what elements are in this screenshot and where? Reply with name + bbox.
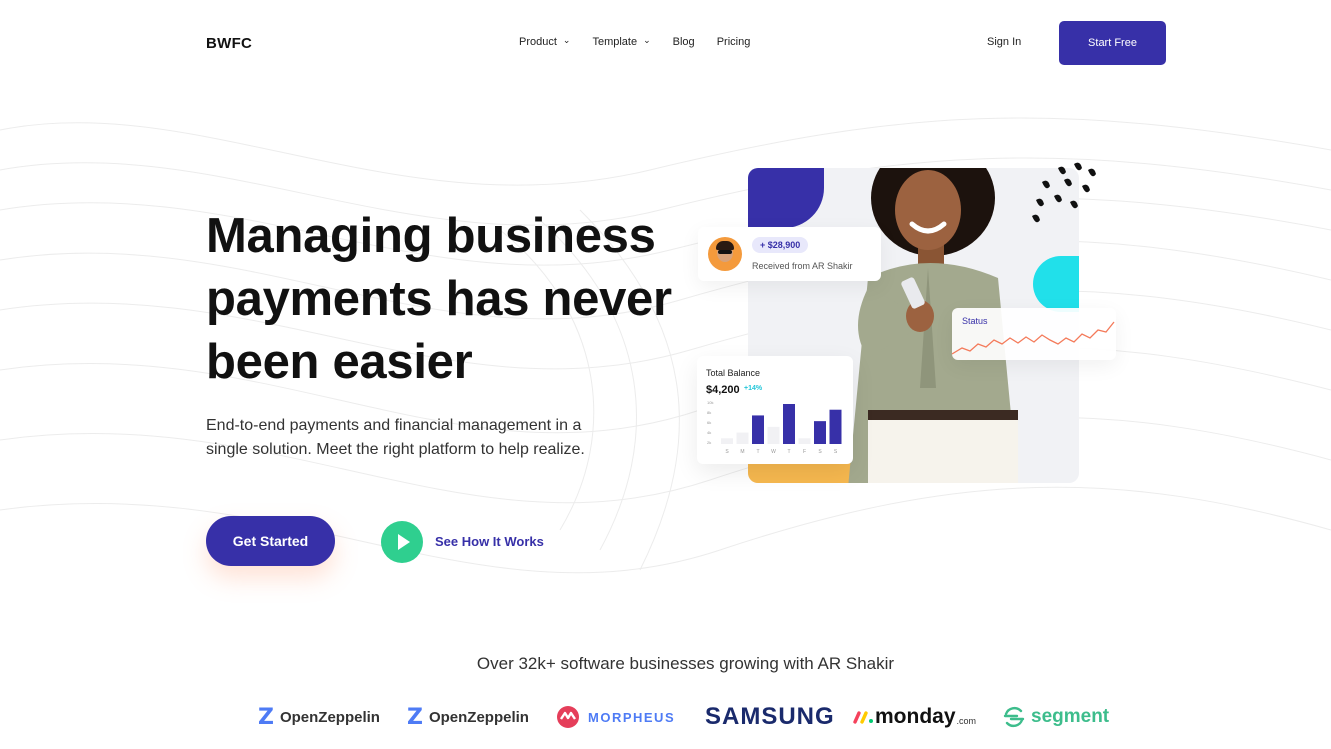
sign-in-link[interactable]: Sign In (987, 36, 1021, 48)
nav-links: Product ⌄ Template ⌄ Blog Pricing (519, 34, 772, 49)
nav-item-label: Blog (672, 36, 695, 48)
nav-item-blog[interactable]: Blog (673, 36, 695, 48)
status-sparkline (952, 321, 1115, 355)
decor-blob-blue (748, 168, 824, 228)
payment-received-card: + $28,900 Received from AR Shakir (698, 227, 881, 281)
bar-1 (736, 432, 749, 444)
openzeppelin-icon: Z (258, 704, 274, 730)
bar-6 (814, 421, 826, 444)
chevron-down-icon: ⌄ (562, 34, 571, 45)
status-card: Status (952, 308, 1116, 360)
decor-leaf-pattern (1032, 162, 1096, 223)
logo-openzeppelin[interactable]: Z OpenZeppelin (407, 704, 529, 730)
bar-3 (767, 426, 780, 444)
see-how-it-works-link[interactable]: See How It Works (435, 534, 544, 549)
logo-segment[interactable]: segment (1003, 704, 1109, 730)
received-amount-badge: + $28,900 (752, 237, 809, 253)
bar-7 (829, 409, 842, 444)
logos-title: Over 32k+ software businesses growing wi… (476, 654, 895, 673)
logo-samsung[interactable]: SAMSUNG (705, 703, 835, 730)
bar-4 (783, 404, 795, 444)
x-tick-label: S (834, 449, 838, 455)
x-tick-label: W (771, 449, 776, 455)
nav-item-template[interactable]: Template ⌄ (592, 34, 651, 49)
nav-item-product[interactable]: Product ⌄ (519, 34, 571, 49)
play-icon (398, 534, 410, 550)
hero-title: Managing business payments has never bee… (206, 209, 672, 389)
hero-subtitle: End-to-end payments and financial manage… (206, 417, 585, 458)
logo-morpheus[interactable]: MORPHEUS (556, 704, 675, 730)
nav-item-label: Product (519, 36, 557, 48)
logo-openzeppelin[interactable]: Z OpenZeppelin (258, 704, 380, 730)
monday-icon (853, 711, 873, 724)
received-from-text: Received from AR Shakir (752, 261, 853, 271)
balance-change-badge: +14% (744, 385, 763, 392)
y-tick-label: 10k (707, 400, 713, 405)
top-nav: BWFC Product ⌄ Template ⌄ Blog Pricing S… (0, 0, 1331, 86)
avatar (708, 237, 742, 271)
morpheus-icon (557, 706, 579, 728)
x-tick-label: T (787, 449, 790, 455)
x-tick-label: S (818, 449, 822, 455)
x-tick-label: T (756, 449, 759, 455)
segment-icon (1003, 706, 1025, 728)
balance-value: $4,200 (706, 384, 740, 396)
balance-label: Total Balance (706, 368, 761, 378)
openzeppelin-icon: Z (407, 704, 423, 730)
bar-5 (798, 438, 811, 444)
y-tick-label: 8k (707, 410, 711, 415)
brand-logo[interactable]: BWFC (206, 35, 252, 52)
bar-0 (721, 438, 733, 444)
x-tick-label: M (740, 449, 744, 455)
get-started-button[interactable]: Get Started (206, 516, 335, 566)
nav-item-pricing[interactable]: Pricing (717, 36, 751, 48)
x-tick-label: S (725, 449, 729, 455)
weekly-bar-chart: 10k 8k 6k 4k 2k S M T W T F S S (707, 400, 842, 455)
bar-2 (752, 415, 764, 444)
nav-item-label: Pricing (716, 36, 751, 48)
decor-blob-cyan (1033, 256, 1079, 312)
total-balance-card: Total Balance $4,200 +14% 10k 8k 6k 4k 2k S M T… (697, 356, 853, 464)
y-tick-label: 6k (707, 420, 711, 425)
chevron-down-icon: ⌄ (643, 34, 651, 45)
start-free-button[interactable]: Start Free (1059, 21, 1166, 65)
x-tick-label: F (803, 449, 806, 455)
y-tick-label: 4k (707, 430, 711, 435)
y-tick-label: 2k (707, 440, 711, 445)
nav-item-label: Template (592, 36, 638, 48)
logo-monday[interactable]: monday .com (853, 704, 976, 730)
play-video-button[interactable] (381, 521, 423, 563)
